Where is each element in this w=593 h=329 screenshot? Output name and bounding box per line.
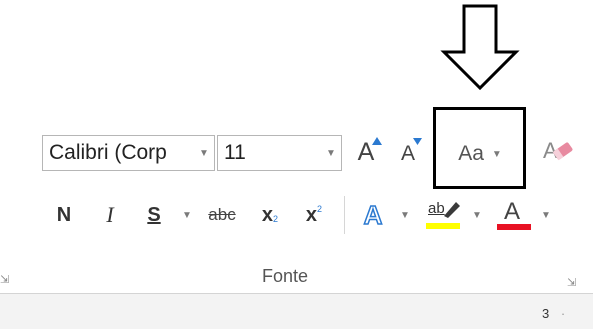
font-color-label: A bbox=[504, 198, 521, 225]
shrink-font-letter: A bbox=[400, 142, 415, 165]
strikethrough-button[interactable]: abc bbox=[202, 200, 242, 230]
bold-button[interactable]: N bbox=[50, 200, 78, 230]
font-dialog-launcher-icon[interactable]: ⇲ bbox=[567, 276, 576, 289]
text-effects-chevron-icon[interactable]: ▼ bbox=[400, 210, 410, 221]
subscript-button[interactable]: x 2 bbox=[254, 200, 286, 230]
superscript-mark: 2 bbox=[317, 204, 323, 214]
superscript-letter: x bbox=[305, 203, 318, 226]
change-case-label: Aa bbox=[458, 142, 484, 165]
font-color-chevron-icon[interactable]: ▼ bbox=[541, 210, 551, 221]
text-effects-button[interactable]: A bbox=[358, 199, 388, 231]
italic-label: I bbox=[106, 202, 114, 227]
highlight-color-button[interactable]: ab bbox=[426, 198, 462, 232]
font-name-combo[interactable]: Calibri (Corp ▼ bbox=[42, 135, 215, 171]
grow-font-button[interactable]: A bbox=[350, 132, 382, 172]
dot-separator: · bbox=[560, 306, 566, 321]
chevron-down-icon[interactable]: ▼ bbox=[194, 148, 214, 159]
annotation-down-arrow bbox=[440, 4, 520, 90]
superscript-button[interactable]: x 2 bbox=[298, 200, 330, 230]
underline-dropdown-chevron-icon[interactable]: ▼ bbox=[182, 210, 192, 221]
subscript-mark: 2 bbox=[273, 214, 279, 224]
font-group-label: Fonte bbox=[262, 266, 309, 286]
change-case-button[interactable]: Aa ▼ bbox=[448, 137, 512, 171]
paragraph-group-launcher-icon[interactable]: ⇲ bbox=[0, 273, 9, 286]
underline-button[interactable]: S bbox=[140, 200, 168, 230]
font-color-swatch bbox=[497, 224, 531, 230]
italic-button[interactable]: I bbox=[96, 200, 124, 230]
font-size-combo[interactable]: 11 ▼ bbox=[217, 135, 342, 171]
grow-caret-icon bbox=[372, 137, 382, 145]
highlight-chevron-icon[interactable]: ▼ bbox=[472, 210, 482, 221]
clear-formatting-icon[interactable]: A bbox=[540, 134, 576, 170]
font-size-value: 11 bbox=[224, 141, 246, 164]
highlighter-pen-icon bbox=[444, 202, 460, 218]
chevron-down-icon[interactable]: ▼ bbox=[492, 149, 502, 160]
highlight-color-swatch bbox=[426, 223, 460, 229]
font-name-value: Calibri (Corp bbox=[49, 141, 167, 164]
strikethrough-label: abc bbox=[208, 205, 236, 224]
document-ruler-area bbox=[0, 294, 593, 329]
shrink-font-button[interactable]: A bbox=[392, 136, 424, 172]
separator bbox=[344, 196, 345, 234]
bold-label: N bbox=[56, 203, 72, 226]
page-number: 3 bbox=[542, 306, 550, 321]
text-effects-label: A bbox=[363, 199, 383, 231]
page-number-indicator: 3 · bbox=[542, 306, 565, 321]
subscript-letter: x bbox=[261, 203, 274, 226]
underline-label: S bbox=[147, 203, 161, 226]
chevron-down-icon[interactable]: ▼ bbox=[321, 148, 341, 159]
shrink-caret-icon bbox=[413, 138, 422, 145]
font-color-button[interactable]: A bbox=[496, 196, 532, 232]
